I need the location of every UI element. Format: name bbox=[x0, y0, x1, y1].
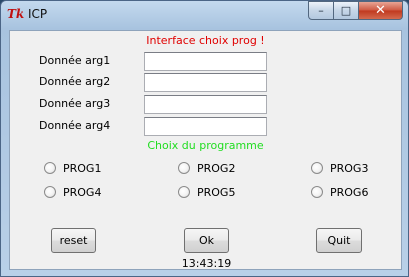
quit-button[interactable]: Quit bbox=[316, 228, 362, 253]
radio-label: PROG4 bbox=[63, 185, 102, 199]
program-choice-heading: Choix du programme bbox=[147, 139, 264, 152]
radio-label: PROG3 bbox=[330, 161, 369, 175]
radio-circle-icon[interactable] bbox=[311, 162, 323, 174]
radio-circle-icon[interactable] bbox=[44, 186, 56, 198]
arg3-label: Donnée arg3 bbox=[39, 97, 111, 110]
arg4-input[interactable] bbox=[144, 117, 267, 136]
radio-prog6[interactable]: PROG6 bbox=[311, 185, 368, 199]
radio-prog3[interactable]: PROG3 bbox=[311, 161, 368, 175]
radio-label: PROG6 bbox=[330, 185, 369, 199]
tk-feather-icon: Tk bbox=[7, 7, 25, 21]
minimize-icon: – bbox=[318, 4, 324, 17]
radio-circle-icon[interactable] bbox=[178, 186, 190, 198]
arg2-label: Donnée arg2 bbox=[39, 75, 111, 88]
radio-circle-icon[interactable] bbox=[44, 162, 56, 174]
radio-circle-icon[interactable] bbox=[178, 162, 190, 174]
clock-label: 13:43:19 bbox=[181, 257, 232, 270]
window-controls: – □ ✕ bbox=[308, 1, 403, 20]
arg2-input[interactable] bbox=[144, 73, 267, 92]
interface-heading: Interface choix prog ! bbox=[146, 34, 265, 47]
arg1-label: Donnée arg1 bbox=[39, 54, 111, 67]
window-title: ICP bbox=[28, 7, 48, 21]
app-window: Tk ICP – □ ✕ Interface choix prog ! Donn… bbox=[0, 0, 409, 277]
arg1-input[interactable] bbox=[144, 52, 267, 71]
close-icon: ✕ bbox=[375, 3, 386, 18]
reset-button[interactable]: reset bbox=[51, 228, 96, 253]
radio-label: PROG1 bbox=[63, 161, 102, 175]
radio-prog2[interactable]: PROG2 bbox=[178, 161, 235, 175]
main-panel: Interface choix prog ! Donnée arg1 Donné… bbox=[9, 30, 402, 270]
radio-prog1[interactable]: PROG1 bbox=[44, 161, 101, 175]
close-button[interactable]: ✕ bbox=[359, 1, 403, 20]
maximize-icon: □ bbox=[340, 4, 352, 17]
maximize-button[interactable]: □ bbox=[334, 1, 359, 20]
minimize-button[interactable]: – bbox=[308, 1, 334, 20]
radio-prog5[interactable]: PROG5 bbox=[178, 185, 235, 199]
radio-circle-icon[interactable] bbox=[311, 186, 323, 198]
radio-label: PROG2 bbox=[197, 161, 236, 175]
radio-prog4[interactable]: PROG4 bbox=[44, 185, 101, 199]
arg3-input[interactable] bbox=[144, 95, 267, 114]
radio-label: PROG5 bbox=[197, 185, 236, 199]
ok-button[interactable]: Ok bbox=[184, 228, 229, 253]
arg4-label: Donnée arg4 bbox=[39, 119, 111, 132]
title-bar[interactable]: Tk ICP – □ ✕ bbox=[1, 1, 408, 29]
